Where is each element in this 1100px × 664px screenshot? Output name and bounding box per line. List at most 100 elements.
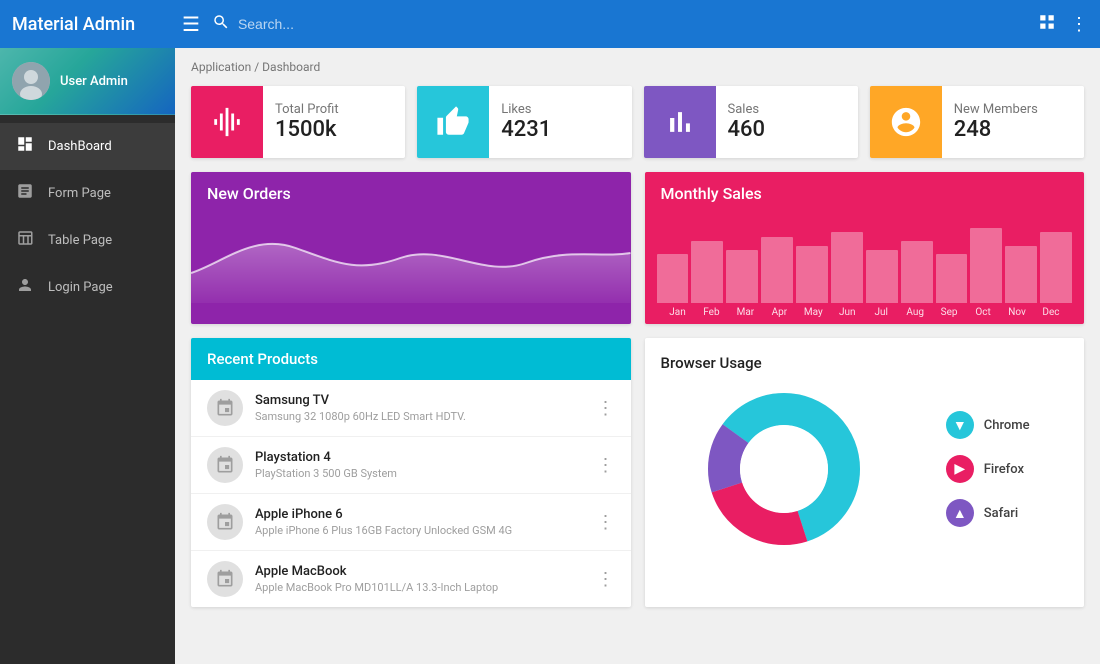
monthly-bar xyxy=(726,250,758,303)
likes-icon-box xyxy=(417,86,489,158)
product-icon xyxy=(207,504,243,540)
product-name: Apple MacBook xyxy=(255,564,597,579)
app-title: Material Admin xyxy=(12,14,182,35)
login-icon xyxy=(16,276,34,299)
monthly-bar xyxy=(831,232,863,303)
donut-chart xyxy=(699,384,869,554)
legend-item: ▶ Firefox xyxy=(946,455,1030,483)
stat-cards: Total Profit 1500k Likes 4231 xyxy=(191,86,1084,158)
product-info: Playstation 4 PlayStation 3 500 GB Syste… xyxy=(255,450,597,480)
product-item[interactable]: Samsung TV Samsung 32 1080p 60Hz LED Sma… xyxy=(191,380,631,437)
sidebar-user: User Admin xyxy=(0,48,175,115)
search-wrap xyxy=(212,13,1026,36)
product-item[interactable]: Apple MacBook Apple MacBook Pro MD101LL/… xyxy=(191,551,631,607)
product-item[interactable]: Apple iPhone 6 Apple iPhone 6 Plus 16GB … xyxy=(191,494,631,551)
product-list: Samsung TV Samsung 32 1080p 60Hz LED Sma… xyxy=(191,380,631,607)
product-more-icon[interactable]: ⋮ xyxy=(597,569,615,590)
recent-products-card: Recent Products Samsung TV Samsung 32 10… xyxy=(191,338,631,607)
product-icon xyxy=(207,447,243,483)
legend-label: Firefox xyxy=(984,462,1024,477)
monthly-label: Mar xyxy=(728,307,762,318)
monthly-label: Jan xyxy=(661,307,695,318)
breadcrumb: Application / Dashboard xyxy=(191,60,1084,74)
monthly-label: Sep xyxy=(932,307,966,318)
sidebar-item-dashboard[interactable]: DashBoard xyxy=(0,123,175,170)
product-desc: Apple iPhone 6 Plus 16GB Factory Unlocke… xyxy=(255,524,597,537)
legend-label: Safari xyxy=(984,506,1018,521)
avatar xyxy=(12,62,50,100)
legend-dot: ▼ xyxy=(946,411,974,439)
bottom-row: Recent Products Samsung TV Samsung 32 10… xyxy=(191,338,1084,607)
product-name: Apple iPhone 6 xyxy=(255,507,597,522)
legend-label: Chrome xyxy=(984,418,1030,433)
topbar: Material Admin ☰ ⋮ xyxy=(0,0,1100,48)
stat-value-profit: 1500k xyxy=(275,117,339,142)
more-icon[interactable]: ⋮ xyxy=(1070,14,1088,35)
content-area: Application / Dashboard Total Profit 150… xyxy=(175,48,1100,664)
monthly-bar xyxy=(1040,232,1072,303)
product-item[interactable]: Playstation 4 PlayStation 3 500 GB Syste… xyxy=(191,437,631,494)
sidebar-item-form[interactable]: Form Page xyxy=(0,170,175,217)
recent-products-title: Recent Products xyxy=(191,338,631,380)
product-info: Apple MacBook Apple MacBook Pro MD101LL/… xyxy=(255,564,597,594)
sidebar-item-login[interactable]: Login Page xyxy=(0,264,175,311)
stat-info-sales: Sales 460 xyxy=(716,94,778,150)
legend-item: ▲ Safari xyxy=(946,499,1030,527)
stat-info-members: New Members 248 xyxy=(942,94,1050,150)
sidebar-username: User Admin xyxy=(60,74,128,89)
browser-usage-card: Browser Usage xyxy=(645,338,1085,607)
stat-card-profit: Total Profit 1500k xyxy=(191,86,405,158)
browser-usage-content: ▼ Chrome ▶ Firefox ▲ Safari xyxy=(661,384,1069,554)
monthly-sales-card: Monthly Sales JanFebMarAprMayJunJulAugSe… xyxy=(645,172,1085,324)
product-desc: Samsung 32 1080p 60Hz LED Smart HDTV. xyxy=(255,410,597,423)
browser-usage-title: Browser Usage xyxy=(661,354,1069,372)
sidebar-nav: DashBoard Form Page Table Page Login Pag… xyxy=(0,115,175,664)
monthly-label: Jul xyxy=(864,307,898,318)
panels-row: New Orders Mon xyxy=(191,172,1084,324)
new-orders-card: New Orders xyxy=(191,172,631,324)
sidebar-item-table[interactable]: Table Page xyxy=(0,217,175,264)
monthly-label: Feb xyxy=(694,307,728,318)
stat-value-likes: 4231 xyxy=(501,117,551,142)
stat-info-profit: Total Profit 1500k xyxy=(263,94,351,150)
stat-card-sales: Sales 460 xyxy=(644,86,858,158)
monthly-sales-title: Monthly Sales xyxy=(645,172,1085,209)
stat-label-likes: Likes xyxy=(501,102,551,117)
stat-label-members: New Members xyxy=(954,102,1038,117)
product-name: Samsung TV xyxy=(255,393,597,408)
sidebar: User Admin DashBoard Form Page Table Pag… xyxy=(0,48,175,664)
monthly-label: Jun xyxy=(830,307,864,318)
new-orders-title: New Orders xyxy=(191,172,631,203)
menu-icon[interactable]: ☰ xyxy=(182,12,200,36)
sidebar-label-form: Form Page xyxy=(48,186,111,201)
legend-dot: ▲ xyxy=(946,499,974,527)
product-more-icon[interactable]: ⋮ xyxy=(597,512,615,533)
monthly-bar xyxy=(866,250,898,303)
stat-value-members: 248 xyxy=(954,117,1038,142)
grid-icon[interactable] xyxy=(1038,13,1056,36)
monthly-bar xyxy=(901,241,933,303)
product-icon xyxy=(207,390,243,426)
monthly-label: Nov xyxy=(1000,307,1034,318)
monthly-bar xyxy=(970,228,1002,303)
form-icon xyxy=(16,182,34,205)
product-name: Playstation 4 xyxy=(255,450,597,465)
monthly-label: Aug xyxy=(898,307,932,318)
stat-info-likes: Likes 4231 xyxy=(489,94,563,150)
stat-card-likes: Likes 4231 xyxy=(417,86,631,158)
product-more-icon[interactable]: ⋮ xyxy=(597,455,615,476)
new-orders-chart xyxy=(191,203,631,303)
profit-icon-box xyxy=(191,86,263,158)
monthly-bar xyxy=(1005,246,1037,303)
stat-label-sales: Sales xyxy=(728,102,766,117)
search-input[interactable] xyxy=(238,16,1026,32)
monthly-labels: JanFebMarAprMayJunJulAugSepOctNovDec xyxy=(653,303,1077,324)
search-icon xyxy=(212,13,230,36)
monthly-chart-area: JanFebMarAprMayJunJulAugSepOctNovDec xyxy=(645,209,1085,324)
legend-item: ▼ Chrome xyxy=(946,411,1030,439)
product-info: Apple iPhone 6 Apple iPhone 6 Plus 16GB … xyxy=(255,507,597,537)
product-desc: Apple MacBook Pro MD101LL/A 13.3-Inch La… xyxy=(255,581,597,594)
product-more-icon[interactable]: ⋮ xyxy=(597,398,615,419)
stat-value-sales: 460 xyxy=(728,117,766,142)
monthly-bars xyxy=(653,223,1077,303)
